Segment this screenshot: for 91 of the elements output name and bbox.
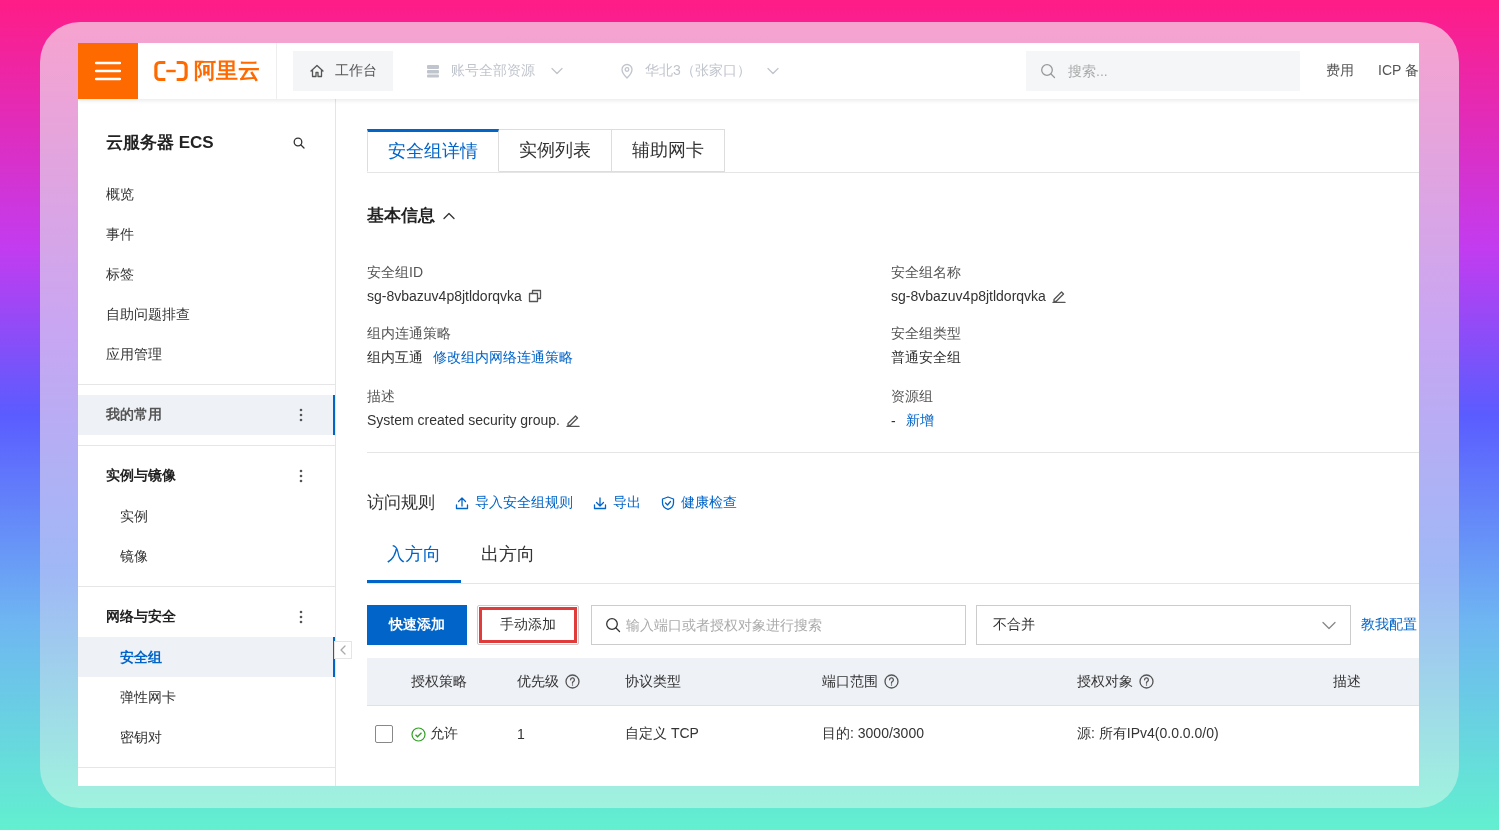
tab[interactable]: 出方向 bbox=[461, 544, 555, 580]
shield-icon bbox=[661, 495, 675, 510]
header-link[interactable]: 费用 bbox=[1326, 62, 1354, 80]
group-title: 实例与镜像 bbox=[106, 467, 176, 485]
menu-button[interactable] bbox=[78, 43, 138, 99]
tab[interactable]: 辅助网卡 bbox=[612, 129, 725, 172]
logo-text: 阿里云 bbox=[194, 57, 260, 85]
copy-icon[interactable] bbox=[527, 289, 542, 303]
search-field[interactable]: 搜索... bbox=[1026, 51, 1300, 91]
chevron-left-icon bbox=[340, 645, 346, 655]
field-value: 组内互通 bbox=[367, 349, 423, 367]
quick-add-button[interactable]: 快速添加 bbox=[367, 605, 467, 645]
more-icon[interactable] bbox=[299, 469, 303, 483]
chevron-down-icon bbox=[551, 67, 563, 75]
tab[interactable]: 入方向 bbox=[367, 544, 461, 583]
column-header: 优先级 bbox=[517, 672, 559, 691]
column-header: 协议类型 bbox=[625, 672, 681, 691]
sidebar-item[interactable]: 应用管理 bbox=[78, 334, 335, 374]
table-cell: 源: 所有IPv4(0.0.0.0/0) bbox=[1077, 725, 1219, 743]
sidebar-item[interactable]: 镜像 bbox=[78, 536, 335, 576]
group-title: 我的常用 bbox=[106, 406, 162, 424]
toolbar-link[interactable]: 导入安全组规则 bbox=[455, 493, 573, 512]
search-icon bbox=[1040, 63, 1056, 79]
column-header: 端口范围 bbox=[822, 672, 878, 691]
check-circle-icon bbox=[411, 726, 426, 742]
search-field[interactable]: 输入端口或者授权对象进行搜索 bbox=[591, 605, 966, 645]
more-icon[interactable] bbox=[299, 610, 303, 624]
field-label: 资源组 bbox=[891, 387, 934, 406]
column-header: 授权策略 bbox=[411, 672, 467, 691]
table-cell: 目的: 3000/3000 bbox=[822, 725, 924, 743]
sidebar-item[interactable]: 实例 bbox=[78, 496, 335, 536]
logo-icon bbox=[154, 60, 188, 82]
section-title: 基本信息 bbox=[367, 205, 435, 227]
sidebar-group[interactable]: 我的常用 bbox=[78, 395, 335, 435]
location-pin-icon bbox=[619, 63, 635, 79]
column-header: 授权对象 bbox=[1077, 672, 1133, 691]
checkbox[interactable] bbox=[375, 725, 393, 743]
field-label: 组内连通策略 bbox=[367, 324, 452, 343]
merge-select[interactable]: 不合并 bbox=[976, 605, 1351, 645]
column-header: 描述 bbox=[1333, 672, 1361, 691]
sidebar-item[interactable]: 安全组 bbox=[78, 637, 335, 677]
field-value: 普通安全组 bbox=[891, 349, 961, 367]
sidebar-item[interactable]: 弹性网卡 bbox=[78, 677, 335, 717]
header-link[interactable]: ICP 备 bbox=[1378, 62, 1419, 80]
upload-icon bbox=[455, 495, 469, 510]
field-label: 安全组名称 bbox=[891, 263, 962, 282]
pencil-icon[interactable] bbox=[1051, 289, 1066, 303]
field-label: 安全组类型 bbox=[891, 324, 962, 343]
table-cell: 1 bbox=[517, 726, 525, 742]
field-value: sg-8vbazuv4p8jtldorqvka bbox=[891, 288, 1046, 304]
menu-icon bbox=[95, 61, 121, 81]
caret-up-icon[interactable] bbox=[443, 211, 455, 220]
sidebar-title: 云服务器 ECS bbox=[106, 132, 214, 154]
field-label: 描述 bbox=[367, 387, 396, 406]
group-title: 网络与安全 bbox=[106, 608, 176, 626]
tab[interactable]: 实例列表 bbox=[499, 129, 612, 172]
workbench-button[interactable]: 工作台 bbox=[293, 51, 393, 91]
download-icon bbox=[593, 495, 607, 510]
home-icon bbox=[309, 63, 325, 79]
section-title: 访问规则 bbox=[367, 492, 435, 514]
table-cell: 允许 bbox=[430, 725, 458, 743]
sidebar-item[interactable]: 密钥对 bbox=[78, 717, 335, 757]
help-icon bbox=[884, 674, 899, 689]
pencil-icon[interactable] bbox=[566, 413, 580, 427]
chevron-down-icon bbox=[1322, 620, 1336, 630]
sidebar-item[interactable]: 自助问题排查 bbox=[78, 294, 335, 334]
tab[interactable]: 安全组详情 bbox=[367, 129, 499, 172]
help-link[interactable]: 教我配置 bbox=[1361, 616, 1417, 634]
toolbar-link[interactable]: 导出 bbox=[593, 493, 641, 512]
table-cell: 自定义 TCP bbox=[625, 725, 699, 743]
field-value: - bbox=[891, 413, 896, 429]
sidebar-item[interactable]: 标签 bbox=[78, 254, 335, 294]
manual-add-button[interactable]: 手动添加 bbox=[477, 605, 579, 645]
link[interactable]: 新增 bbox=[905, 412, 934, 430]
toolbar-link[interactable]: 健康检查 bbox=[661, 493, 737, 512]
more-icon[interactable] bbox=[299, 408, 303, 422]
sidebar-item[interactable]: 事件 bbox=[78, 214, 335, 254]
sidebar-group[interactable]: 实例与镜像 bbox=[78, 456, 335, 496]
link[interactable]: 修改组内网络连通策略 bbox=[433, 349, 573, 367]
field-label: 安全组ID bbox=[367, 263, 424, 282]
sidebar-item[interactable]: 概览 bbox=[78, 174, 335, 214]
search-icon bbox=[605, 617, 621, 633]
search-icon[interactable] bbox=[293, 136, 305, 149]
field-value: sg-8vbazuv4p8jtldorqvka bbox=[367, 288, 522, 304]
stack-icon bbox=[425, 63, 441, 79]
field-value: System created security group. bbox=[367, 412, 560, 428]
collapse-handle[interactable] bbox=[334, 641, 352, 659]
sidebar-group[interactable]: 网络与安全 bbox=[78, 597, 335, 637]
help-icon bbox=[1139, 674, 1154, 689]
chevron-down-icon bbox=[766, 67, 779, 75]
help-icon bbox=[565, 674, 580, 689]
